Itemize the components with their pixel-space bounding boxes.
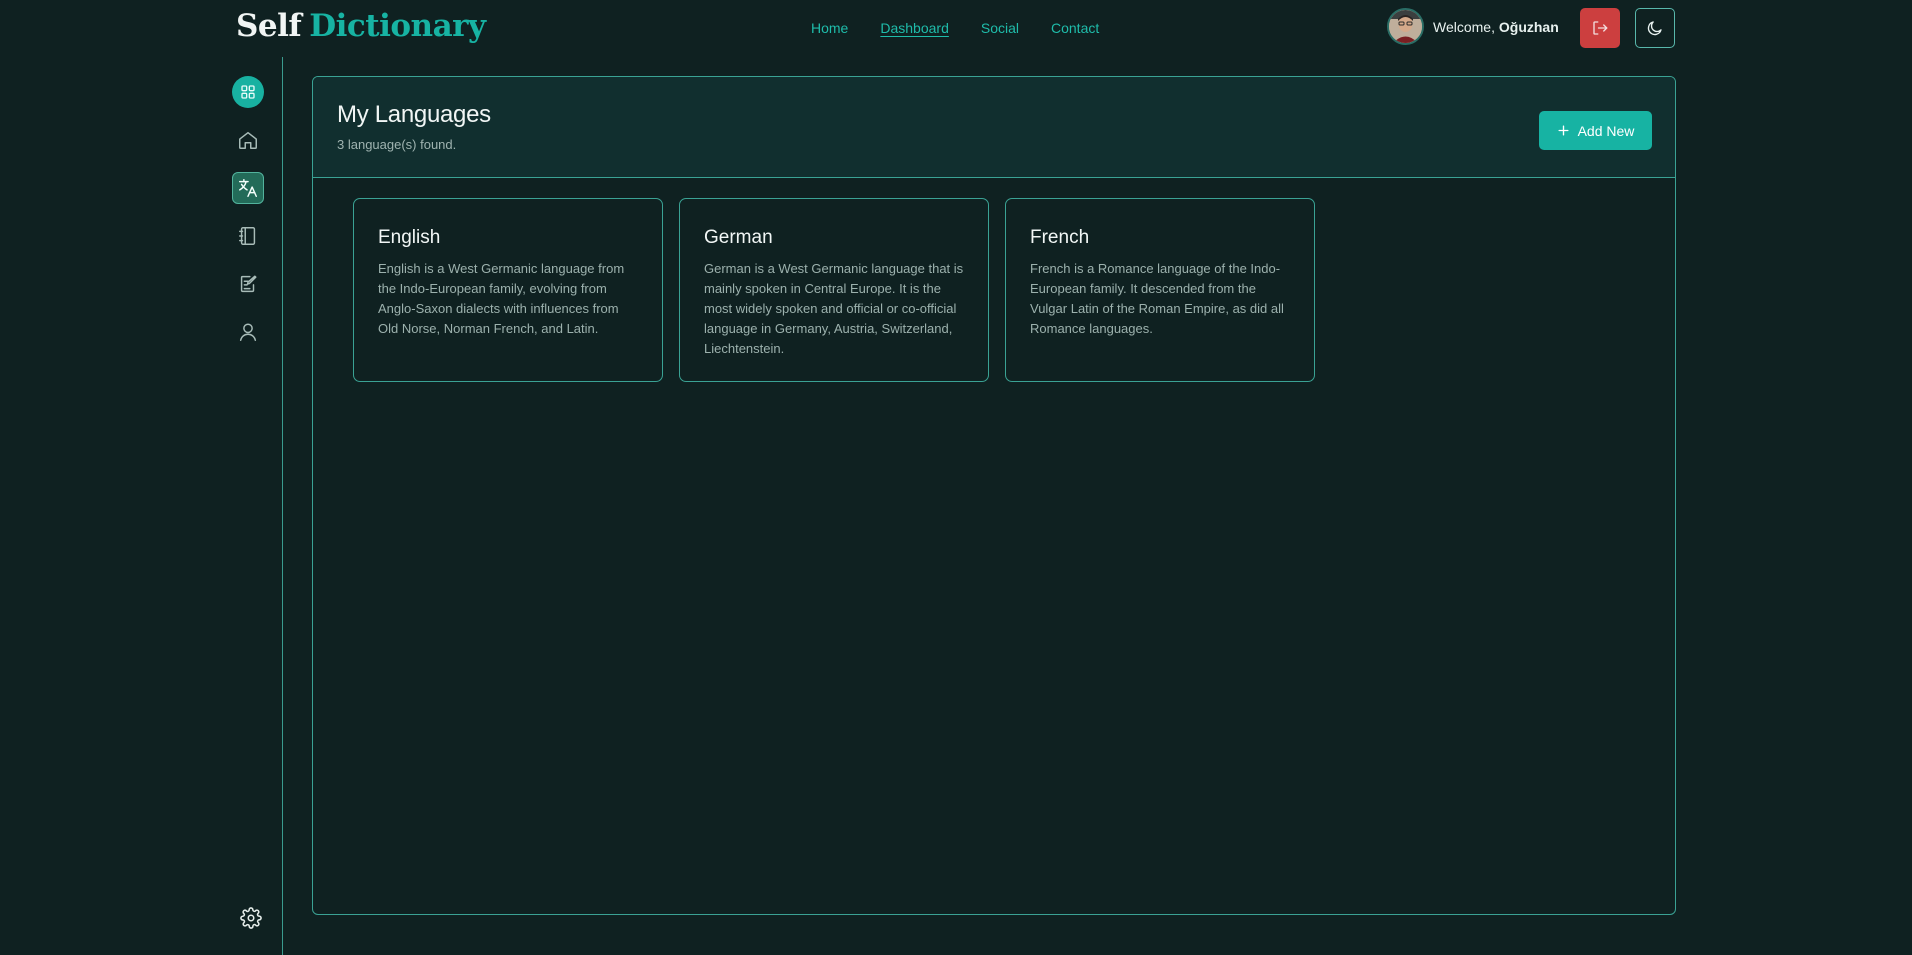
nav-social[interactable]: Social [981, 20, 1019, 36]
avatar-image [1389, 10, 1422, 43]
top-bar: Self Dictionary Home Dashboard Social Con… [0, 0, 1912, 57]
nav-contact[interactable]: Contact [1051, 20, 1099, 36]
moon-icon [1647, 21, 1662, 36]
language-card-list: English English is a West Germanic langu… [353, 198, 1315, 382]
home-icon [239, 131, 257, 149]
sidebar-divider [282, 57, 283, 955]
add-new-button[interactable]: Add New [1539, 111, 1652, 150]
user-info[interactable]: Welcome, Oğuzhan [1387, 8, 1559, 45]
sidebar-item-profile[interactable] [232, 316, 264, 348]
settings-icon [240, 907, 262, 929]
logout-icon [1593, 21, 1608, 35]
brand-word-dictionary: Dictionary [309, 8, 486, 44]
language-count: 3 language(s) found. [337, 137, 457, 152]
notebook-icon [239, 227, 256, 245]
logout-button[interactable] [1580, 8, 1620, 48]
brand-logo[interactable]: Self Dictionary [236, 8, 486, 44]
nav-home[interactable]: Home [811, 20, 848, 36]
language-name: French [1030, 227, 1090, 248]
nav-dashboard[interactable]: Dashboard [880, 20, 949, 36]
language-name: German [704, 227, 773, 248]
language-card[interactable]: English English is a West Germanic langu… [353, 198, 663, 382]
avatar[interactable] [1387, 8, 1424, 45]
add-new-label: Add New [1577, 122, 1635, 139]
page-title: My Languages [337, 101, 491, 128]
dashboard-grid-icon [241, 85, 255, 99]
sidebar-item-dashboard[interactable] [232, 76, 264, 108]
user-name: Oğuzhan [1498, 18, 1559, 35]
language-description: French is a Romance language of the Indo… [1030, 261, 1284, 336]
sidebar-item-languages[interactable] [232, 172, 264, 204]
settings-button[interactable] [240, 907, 262, 934]
brand-word-self: Self [236, 8, 302, 44]
theme-toggle-button[interactable] [1635, 8, 1675, 48]
language-description: German is a West Germanic language that … [704, 261, 964, 356]
panel-header: My Languages 3 language(s) found. Add Ne… [313, 77, 1675, 178]
main-nav: Home Dashboard Social Contact [811, 20, 1099, 36]
language-card[interactable]: French French is a Romance language of t… [1005, 198, 1315, 382]
sidebar-item-notebook[interactable] [232, 220, 264, 252]
language-name: English [378, 227, 441, 248]
welcome-prefix: Welcome, [1433, 18, 1495, 35]
translate-icon [239, 179, 257, 197]
welcome-text: Welcome, Oğuzhan [1433, 19, 1559, 35]
language-description: English is a West Germanic language from… [378, 261, 625, 336]
languages-panel: My Languages 3 language(s) found. Add Ne… [312, 76, 1676, 915]
plus-icon [1558, 125, 1569, 136]
edit-note-icon [240, 275, 257, 293]
language-card[interactable]: German German is a West Germanic languag… [679, 198, 989, 382]
sidebar-item-home[interactable] [232, 124, 264, 156]
user-icon [239, 323, 257, 341]
sidebar-item-notes[interactable] [232, 268, 264, 300]
